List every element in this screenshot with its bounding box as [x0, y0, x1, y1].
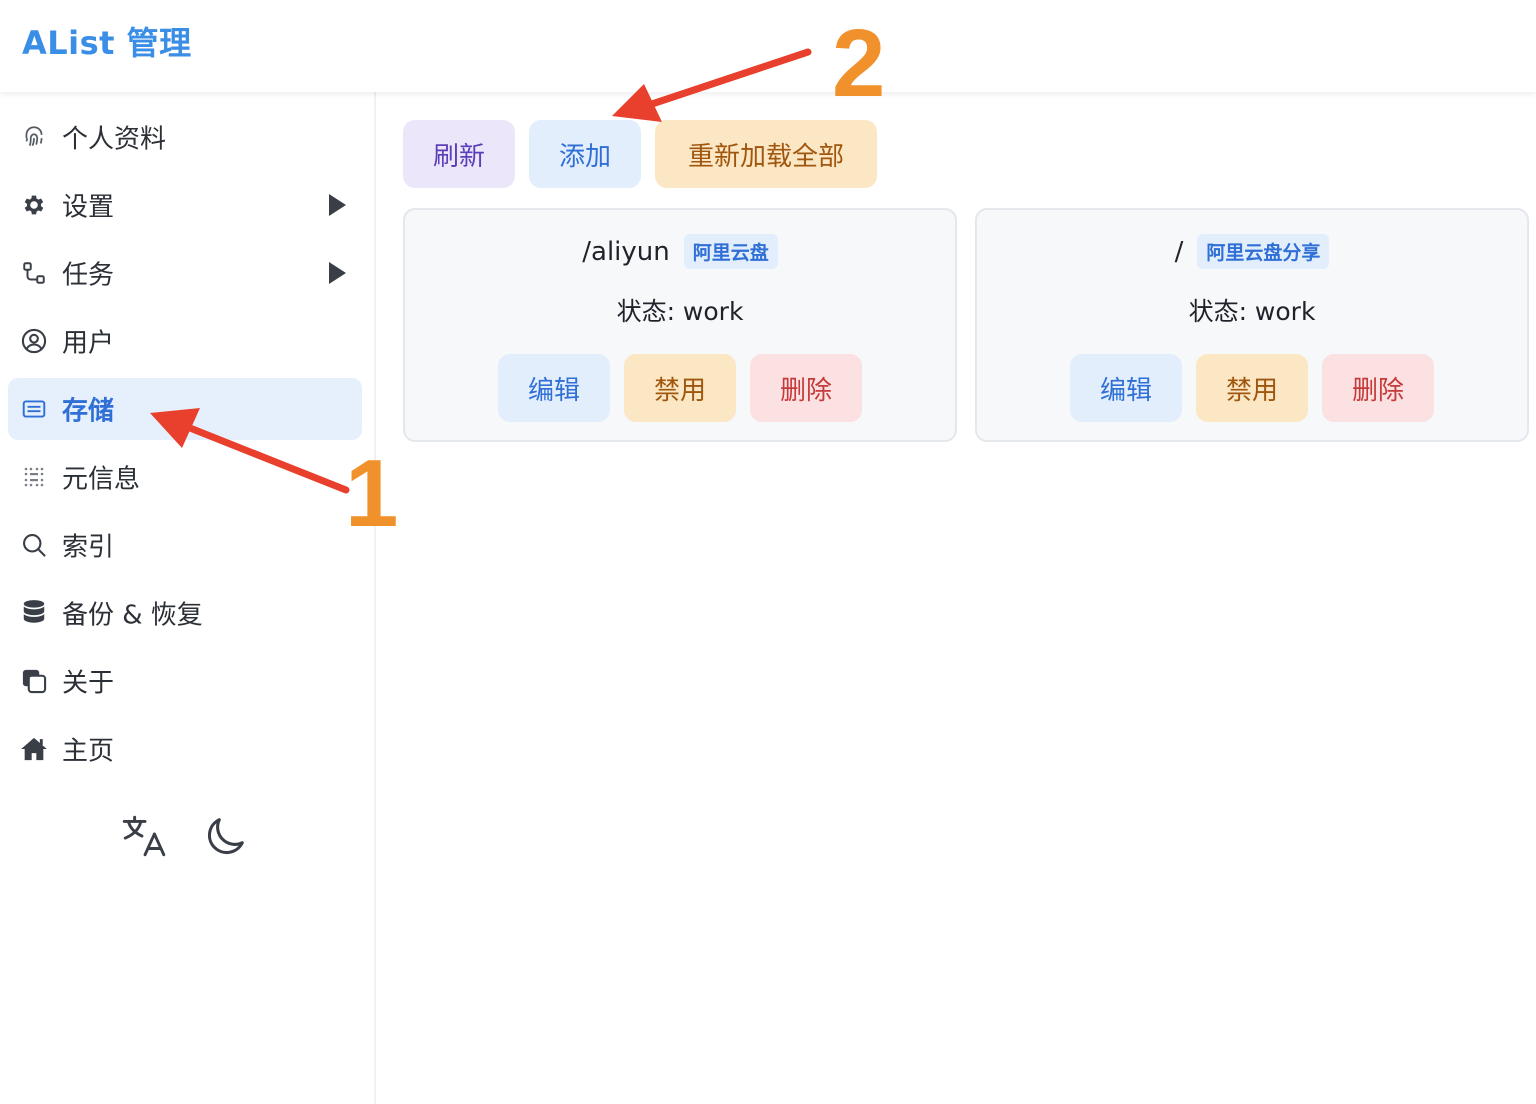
copy-icon — [20, 667, 48, 695]
storage-actions: 编辑 禁用 删除 — [977, 354, 1527, 422]
disable-button[interactable]: 禁用 — [624, 354, 736, 422]
database-icon — [20, 599, 48, 627]
sidebar: 个人资料 设置 任务 用户 存储 元信息 索引 备份 & 恢复 关于 主页 — [0, 92, 376, 1104]
moon-icon — [203, 813, 249, 863]
storage-status: 状态: work — [1188, 297, 1316, 326]
delete-button[interactable]: 删除 — [1322, 354, 1434, 422]
delete-button[interactable]: 删除 — [750, 354, 862, 422]
top-header: AList 管理 — [0, 0, 1536, 92]
edit-button[interactable]: 编辑 — [1070, 354, 1182, 422]
meta-grid-icon — [20, 463, 48, 491]
storage-status: 状态: work — [616, 297, 744, 326]
add-button[interactable]: 添加 — [529, 120, 641, 188]
sidebar-item-label: 存储 — [62, 396, 115, 427]
sidebar-item-storage[interactable]: 存储 — [8, 378, 362, 440]
sidebar-item-about[interactable]: 关于 — [8, 650, 362, 712]
storage-actions: 编辑 禁用 删除 — [405, 354, 955, 422]
app-title[interactable]: AList 管理 — [22, 18, 192, 64]
translate-icon — [119, 811, 169, 865]
edit-button[interactable]: 编辑 — [498, 354, 610, 422]
chevron-right-icon[interactable] — [329, 194, 346, 216]
sidebar-item-label: 索引 — [62, 532, 115, 563]
mount-path: / — [1174, 236, 1184, 267]
storage-card: / 阿里云盘分享 状态: work 编辑 禁用 删除 — [975, 208, 1529, 442]
sidebar-item-users[interactable]: 用户 — [8, 310, 362, 372]
sidebar-item-label: 备份 & 恢复 — [62, 600, 203, 631]
sidebar-item-label: 关于 — [62, 668, 115, 699]
storage-card-header: /aliyun 阿里云盘 — [405, 234, 955, 269]
driver-badge: 阿里云盘 — [683, 234, 778, 269]
gear-icon — [20, 191, 48, 219]
sidebar-item-label: 任务 — [62, 260, 115, 291]
sidebar-item-meta[interactable]: 元信息 — [8, 446, 362, 508]
sidebar-item-backup[interactable]: 备份 & 恢复 — [8, 582, 362, 644]
sidebar-item-label: 用户 — [62, 328, 115, 359]
mount-path: /aliyun — [582, 236, 670, 267]
chevron-right-icon[interactable] — [329, 262, 346, 284]
reload-all-button[interactable]: 重新加载全部 — [655, 120, 877, 188]
sidebar-item-tasks[interactable]: 任务 — [8, 242, 362, 304]
disable-button[interactable]: 禁用 — [1196, 354, 1308, 422]
sidebar-item-settings[interactable]: 设置 — [8, 174, 362, 236]
storage-card-header: / 阿里云盘分享 — [977, 234, 1527, 269]
sidebar-item-home[interactable]: 主页 — [8, 718, 362, 780]
sidebar-item-label: 元信息 — [62, 464, 141, 495]
refresh-button[interactable]: 刷新 — [403, 120, 515, 188]
main-content: 刷新 添加 重新加载全部 /aliyun 阿里云盘 状态: work 编辑 禁用… — [378, 92, 1536, 1104]
sidebar-item-profile[interactable]: 个人资料 — [8, 106, 362, 168]
fingerprint-icon — [20, 123, 48, 151]
sidebar-tools — [0, 810, 376, 866]
theme-toggle-button[interactable] — [198, 810, 254, 866]
sidebar-item-label: 设置 — [62, 192, 115, 223]
sidebar-item-label: 个人资料 — [62, 124, 167, 155]
sidebar-item-label: 主页 — [62, 736, 115, 767]
language-button[interactable] — [116, 810, 172, 866]
storage-card: /aliyun 阿里云盘 状态: work 编辑 禁用 删除 — [403, 208, 957, 442]
user-circle-icon — [20, 327, 48, 355]
task-flow-icon — [20, 259, 48, 287]
storage-icon — [20, 395, 48, 423]
home-icon — [20, 735, 48, 763]
driver-badge: 阿里云盘分享 — [1197, 234, 1330, 269]
search-icon — [20, 531, 48, 559]
sidebar-item-index[interactable]: 索引 — [8, 514, 362, 576]
